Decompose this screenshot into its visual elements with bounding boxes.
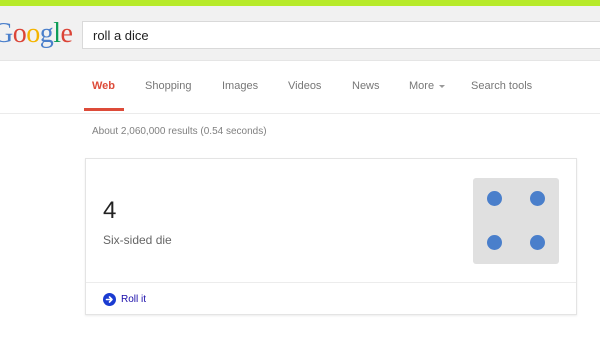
search-box[interactable] [82,21,600,49]
die-pip [530,235,545,250]
search-header: Google [0,6,600,61]
roll-it-label: Roll it [121,294,147,305]
logo-letter: G [0,18,13,49]
logo-letter: o [12,18,27,49]
search-tabs: Web Shopping Images Videos News More Sea… [92,78,592,112]
tab-web[interactable]: Web [92,78,115,94]
die-face[interactable] [473,178,559,264]
dice-roller-card: 4 Six-sided die Roll it [85,158,577,315]
logo-letter: e [60,18,73,49]
chevron-down-icon [439,84,446,88]
die-result-value: 4 [103,197,117,224]
tab-images[interactable]: Images [222,78,258,94]
search-input[interactable] [93,22,573,48]
active-tab-indicator [84,108,124,111]
tab-shopping[interactable]: Shopping [145,78,192,94]
tab-news[interactable]: News [352,78,380,94]
tab-more[interactable]: More [409,78,446,94]
google-logo[interactable]: Google [0,18,73,49]
die-pip [487,235,502,250]
die-type-label: Six-sided die [103,233,172,247]
logo-letter: g [39,18,54,49]
tab-videos[interactable]: Videos [288,78,321,94]
arrow-right-circle-icon [103,293,116,306]
tabs-divider [0,113,600,114]
die-pip [530,191,545,206]
result-stats: About 2,060,000 results (0.54 seconds) [92,126,267,137]
card-divider [86,282,576,283]
tab-more-label: More [409,80,435,92]
logo-letter: o [26,18,40,49]
tab-search-tools[interactable]: Search tools [471,78,532,94]
die-pip [487,191,502,206]
logo-letter: l [53,18,61,49]
